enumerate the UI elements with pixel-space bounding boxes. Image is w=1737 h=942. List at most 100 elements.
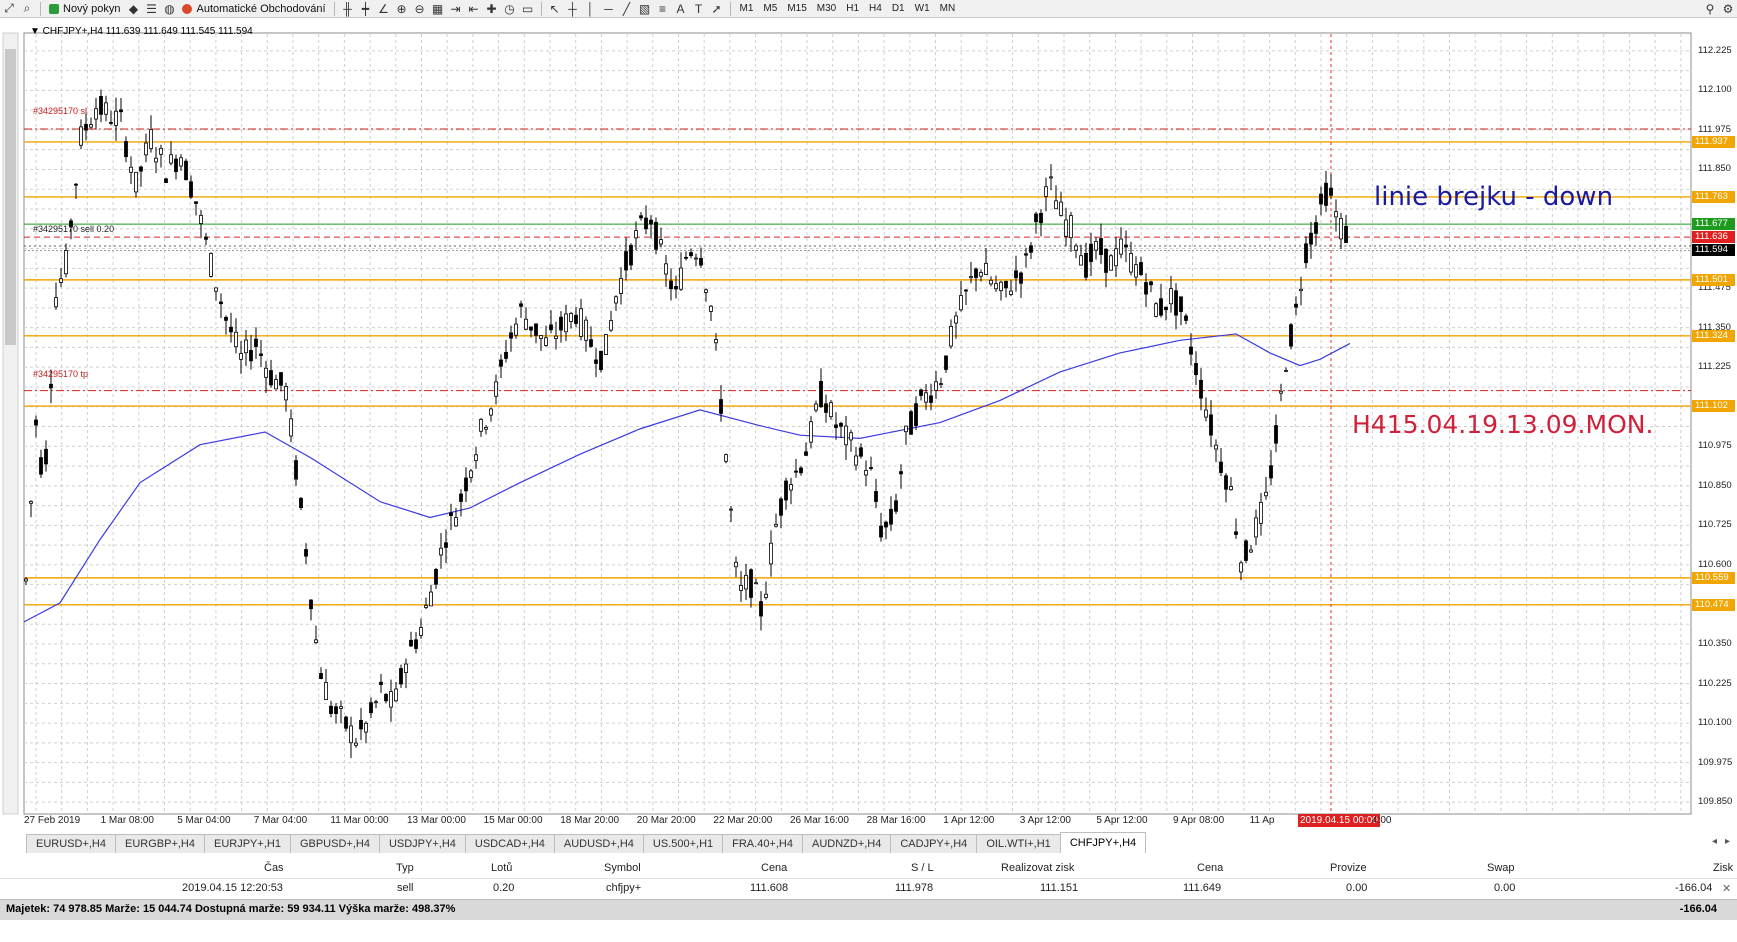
candle-body [1199, 379, 1203, 399]
tab-usdcad-h4[interactable]: USDCAD+,H4 [464, 834, 555, 853]
timeframe-m5[interactable]: M5 [758, 1, 782, 17]
price-tag: 111.636 [1692, 231, 1735, 244]
candle-body [974, 268, 978, 278]
navigator-icon[interactable]: ☰ [142, 1, 160, 17]
price-tag: 111.677 [1692, 218, 1735, 231]
candle-body [584, 319, 588, 341]
search-icon[interactable]: ⚲ [1701, 1, 1719, 17]
tab-us-500-h1[interactable]: US.500+,H1 [642, 834, 724, 853]
market-watch-icon[interactable]: ◆ [124, 1, 142, 17]
candle-body [424, 604, 428, 608]
col-cena2[interactable]: Cena [1197, 862, 1223, 874]
text-label-icon[interactable]: T [690, 1, 708, 17]
candle-body [489, 408, 493, 416]
crosshair-icon[interactable]: ┼ [564, 1, 582, 17]
col-cena[interactable]: Cena [761, 862, 787, 874]
tile-windows-icon[interactable]: ▦ [429, 1, 447, 17]
new-order-icon [49, 3, 59, 14]
chart-search-icon[interactable]: ⌕ [18, 1, 36, 17]
auto-scroll-icon[interactable]: ⇤ [465, 1, 483, 17]
tab-chfjpy-h4[interactable]: CHFJPY+,H4 [1059, 832, 1147, 853]
zoom-in-icon[interactable]: ⊕ [393, 1, 411, 17]
candle-body [499, 359, 503, 367]
candle-body [734, 561, 738, 568]
vertical-line-icon[interactable]: │ [582, 1, 600, 17]
zoom-window-icon[interactable]: ⤢ [0, 1, 18, 17]
tab-cadjpy-h4[interactable]: CADJPY+,H4 [890, 834, 978, 853]
timeframe-m1[interactable]: M1 [735, 1, 759, 17]
candle-body [104, 102, 108, 115]
candle-body [919, 389, 923, 396]
candle-body [984, 262, 988, 275]
tab-fra-40-h4[interactable]: FRA.40+,H4 [722, 834, 803, 853]
candle-body [644, 217, 648, 230]
col-typ[interactable]: Typ [396, 862, 414, 874]
channel-icon[interactable]: ▧ [636, 1, 654, 17]
col-lotu[interactable]: Lotů [491, 862, 512, 874]
candle-body [369, 702, 373, 714]
tab-eurgbp-h4[interactable]: EURGBP+,H4 [115, 834, 205, 853]
timeframe-m30[interactable]: M30 [812, 1, 841, 17]
candle-body [674, 286, 678, 290]
price-axis-label: 112.225 [1698, 44, 1732, 56]
col-swap[interactable]: Swap [1487, 862, 1515, 874]
new-order-button[interactable]: Nový pokyn [45, 0, 124, 18]
tab-audnzd-h4[interactable]: AUDNZD+,H4 [801, 834, 892, 853]
tab-eurjpy-h1[interactable]: EURJPY+,H1 [204, 834, 291, 853]
globe-icon[interactable]: ◍ [160, 1, 178, 17]
candle-body [524, 318, 528, 330]
col-realizovat[interactable]: Realizovat zisk [1001, 862, 1074, 874]
candle-chart-icon[interactable]: ┿ [357, 1, 375, 17]
col-zisk[interactable]: Zisk [1713, 862, 1733, 874]
candle-body [879, 525, 883, 538]
breakout-annotation[interactable]: linie brejku - down [1374, 182, 1613, 212]
text-icon[interactable]: A [672, 1, 690, 17]
candle-body [544, 337, 548, 346]
col-cas[interactable]: Čas [264, 862, 284, 874]
templates-icon[interactable]: ▭ [519, 1, 537, 17]
timeframe-w1[interactable]: W1 [910, 1, 935, 17]
candle-body [109, 121, 113, 124]
tab-audusd-h4[interactable]: AUDUSD+,H4 [553, 834, 644, 853]
line-chart-icon[interactable]: ∠ [375, 1, 393, 17]
timeframe-h4[interactable]: H4 [864, 1, 887, 17]
tab-oil-wti-h1[interactable]: OIL.WTI+,H1 [976, 834, 1061, 853]
auto-trading-button[interactable]: Automatické Obchodování [178, 0, 329, 18]
timeframe-m15[interactable]: M15 [782, 1, 811, 17]
candle-body [29, 501, 33, 504]
arrows-icon[interactable]: ➚ [708, 1, 726, 17]
tab-eurusd-h4[interactable]: EURUSD+,H4 [26, 834, 116, 853]
chart-shift-icon[interactable]: ⇥ [447, 1, 465, 17]
timeframe-buttons: M1 M5 M15 M30 H1 H4 D1 W1 MN [735, 1, 961, 17]
settings-icon[interactable]: ⚙ [1719, 1, 1737, 17]
fibonacci-icon[interactable]: ≡ [654, 1, 672, 17]
timestamp-annotation[interactable]: H415.04.19.13.09.MON. [1352, 410, 1653, 439]
tab-gbpusd-h4[interactable]: GBPUSD+,H4 [289, 834, 380, 853]
tab-scroll-right-icon[interactable]: ▸ [1725, 836, 1730, 847]
zoom-out-icon[interactable]: ⊖ [411, 1, 429, 17]
bar-chart-icon[interactable]: ╫ [339, 1, 357, 17]
candle-body [249, 350, 253, 362]
tab-scroll-left-icon[interactable]: ◂ [1712, 836, 1717, 847]
candle-body [924, 392, 928, 403]
periods-icon[interactable]: ◷ [501, 1, 519, 17]
indicators-icon[interactable]: ✚ [483, 1, 501, 17]
cursor-icon[interactable]: ↖ [546, 1, 564, 17]
candle-body [1119, 238, 1123, 255]
trendline-icon[interactable]: ╱ [618, 1, 636, 17]
candle-body [479, 419, 483, 432]
timeframe-mn[interactable]: MN [935, 1, 961, 17]
col-sl[interactable]: S / L [911, 862, 934, 874]
candle-body [1309, 232, 1313, 245]
tab-usdjpy-h4[interactable]: USDJPY+,H4 [378, 834, 466, 853]
candle-body [944, 355, 948, 370]
timeframe-d1[interactable]: D1 [887, 1, 910, 17]
candle-body [174, 158, 178, 173]
table-row[interactable]: 2019.04.15 12:20:53 sell 0.20 chfjpy+ 11… [0, 879, 1737, 898]
col-symbol[interactable]: Symbol [604, 862, 641, 874]
col-provize[interactable]: Provize [1330, 862, 1367, 874]
horizontal-line-icon[interactable]: ─ [600, 1, 618, 17]
timeframe-h1[interactable]: H1 [841, 1, 864, 17]
close-order-icon[interactable]: ✕ [1722, 882, 1731, 895]
order-sl-label: #34295170 sl [33, 106, 88, 116]
